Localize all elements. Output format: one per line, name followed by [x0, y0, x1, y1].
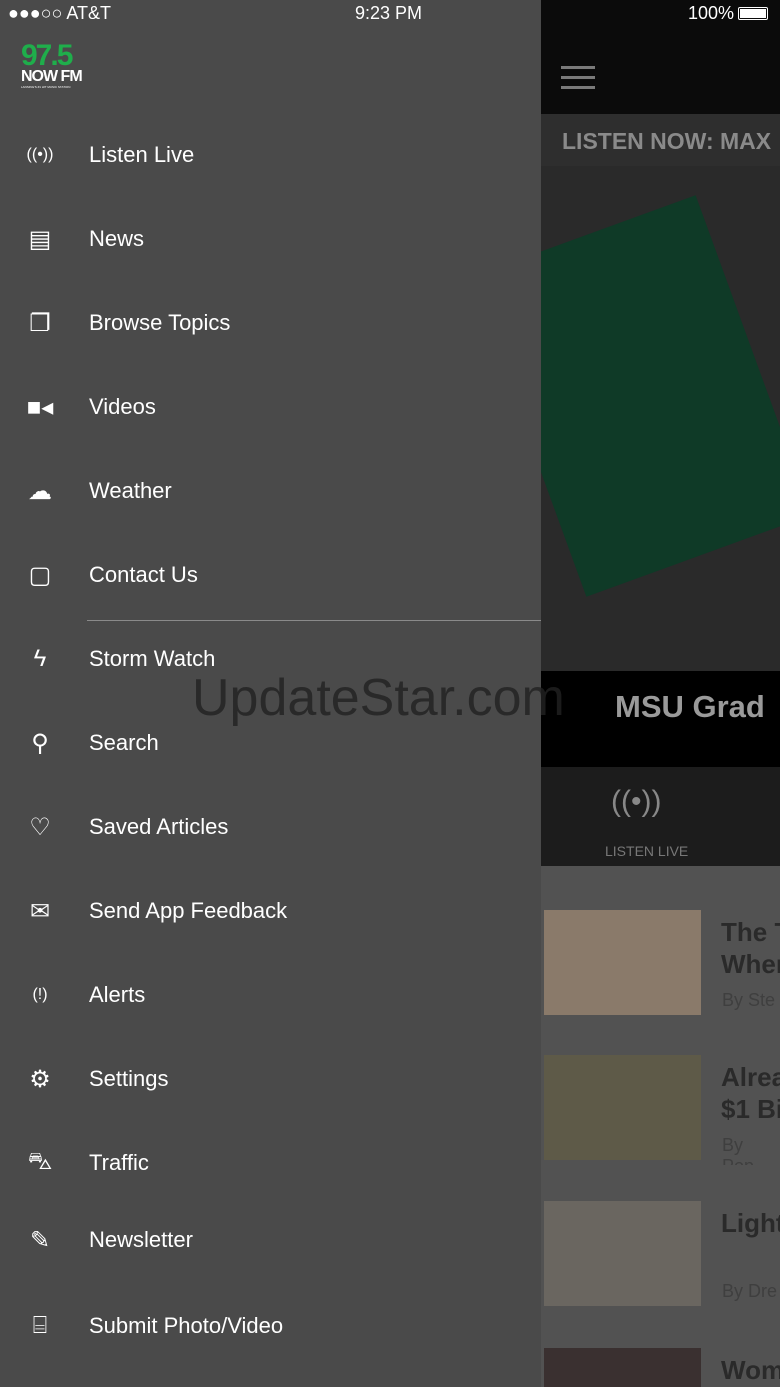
menu-item-label: Newsletter	[89, 1227, 193, 1252]
menu-item-label: Videos	[89, 394, 156, 419]
menu-item-send-app-feedback[interactable]: ✉ Send App Feedback	[0, 881, 541, 941]
menu-item-listen-live[interactable]: ((•)) Listen Live	[0, 125, 541, 185]
menu-item-label: Listen Live	[89, 142, 195, 167]
menu-item-label: Weather	[89, 478, 172, 503]
menu-item-alerts[interactable]: (!) Alerts	[0, 965, 541, 1025]
car-icon: ⛍	[27, 1148, 53, 1175]
menu-item-traffic[interactable]: ⛍ Traffic	[0, 1133, 541, 1193]
hero-caption[interactable]: MSU Grad	[541, 671, 780, 767]
article-title: Wom	[721, 1355, 780, 1385]
menu-divider	[87, 620, 541, 621]
article-title: Light	[721, 1208, 780, 1238]
menu-item-newsletter[interactable]: ✎ Newsletter	[0, 1210, 541, 1270]
envelope-icon: ✉	[29, 897, 51, 925]
article-thumbnail	[544, 1348, 701, 1387]
camera-icon: ⌸	[32, 1312, 48, 1339]
article-item[interactable]: Light By Dre	[544, 1201, 780, 1311]
alert-icon: (!)	[32, 986, 48, 1003]
menu-item-videos[interactable]: ■◂ Videos	[0, 377, 541, 437]
menu-item-label: Saved Articles	[89, 814, 229, 839]
search-icon: ⚲	[31, 729, 49, 757]
article-thumbnail	[544, 910, 701, 1015]
menu-item-label: Alerts	[89, 982, 146, 1007]
clock: 9:23 PM	[355, 3, 423, 23]
logo-name: NOW FM	[21, 68, 83, 85]
main-content: LISTEN NOW: MAX MSU Grad ((•)) LISTEN LI…	[541, 0, 780, 1387]
menu-item-label: Search	[89, 730, 159, 755]
storm-icon: ϟ	[33, 645, 47, 672]
menu-item-label: Settings	[89, 1066, 169, 1091]
video-camera-icon: ■◂	[26, 393, 54, 421]
article-thumbnail	[544, 1201, 701, 1306]
menu-item-weather[interactable]: ☁ Weather	[0, 461, 541, 521]
status-bar: ●●●○○ AT&T 9:23 PM 100%	[0, 0, 780, 28]
battery-icon	[738, 7, 768, 20]
tab-listen-live[interactable]: ((•)) LISTEN LIVE	[541, 767, 780, 866]
article-item[interactable]: The TWher By Ste	[544, 910, 780, 1020]
copy-icon: ❐	[29, 309, 51, 337]
menu-item-submit-photo-video[interactable]: ⌸ Submit Photo/Video	[0, 1296, 541, 1356]
article-byline: By Pop	[722, 1135, 754, 1165]
logo-number: 97.5	[21, 39, 73, 72]
article-byline: By Dre	[722, 1281, 778, 1301]
article-feed: The TWher By Ste Alrea$1 Bi By Pop Light…	[541, 866, 780, 1387]
article-title: $1 Bi	[721, 1094, 780, 1124]
article-title: The T	[721, 917, 780, 947]
menu-item-contact-us[interactable]: ▢ Contact Us	[0, 545, 541, 605]
article-byline: By Ste	[722, 990, 776, 1010]
menu-item-label: News	[89, 226, 145, 251]
menu-item-label: Traffic	[89, 1150, 149, 1175]
gear-icon: ⚙	[29, 1065, 51, 1093]
menu-item-label: Send App Feedback	[89, 898, 288, 923]
article-title: Alrea	[721, 1062, 780, 1092]
battery-percent: 100%	[687, 3, 734, 23]
menu-item-news[interactable]: ▤ News	[0, 209, 541, 269]
menu-item-browse-topics[interactable]: ❐ Browse Topics	[0, 293, 541, 353]
article-thumbnail	[544, 1055, 701, 1160]
menu-item-settings[interactable]: ⚙ Settings	[0, 1049, 541, 1109]
weather-icon: ☁	[28, 477, 52, 505]
hamburger-menu-icon[interactable]	[561, 66, 595, 96]
chat-bubble-icon: ▢	[28, 561, 52, 589]
menu-item-label: Contact Us	[89, 562, 198, 587]
tab-label: LISTEN LIVE	[605, 843, 689, 859]
watermark: UpdateStar.com	[192, 669, 565, 727]
hero-image[interactable]	[541, 166, 780, 671]
article-item[interactable]: Wom	[544, 1348, 780, 1387]
article-item[interactable]: Alrea$1 Bi By Pop	[544, 1055, 780, 1165]
pencil-icon: ✎	[29, 1226, 51, 1254]
article-title: Wher	[721, 949, 780, 979]
document-icon: ▤	[28, 225, 52, 253]
heart-icon: ♡	[29, 813, 51, 841]
menu-item-label: Submit Photo/Video	[89, 1313, 284, 1338]
broadcast-icon: ((•))	[26, 146, 54, 163]
listen-now-ticker[interactable]: LISTEN NOW: MAX	[541, 114, 780, 166]
menu-item-saved-articles[interactable]: ♡ Saved Articles	[0, 797, 541, 857]
broadcast-icon: ((•))	[611, 785, 662, 818]
station-logo: 97.5 NOW FM LANSING'S #1 HIT MUSIC STATI…	[21, 39, 91, 90]
carrier: ●●●○○ AT&T	[8, 3, 112, 23]
logo-tagline: LANSING'S #1 HIT MUSIC STATION	[21, 85, 71, 89]
menu-item-label: Browse Topics	[89, 310, 231, 335]
